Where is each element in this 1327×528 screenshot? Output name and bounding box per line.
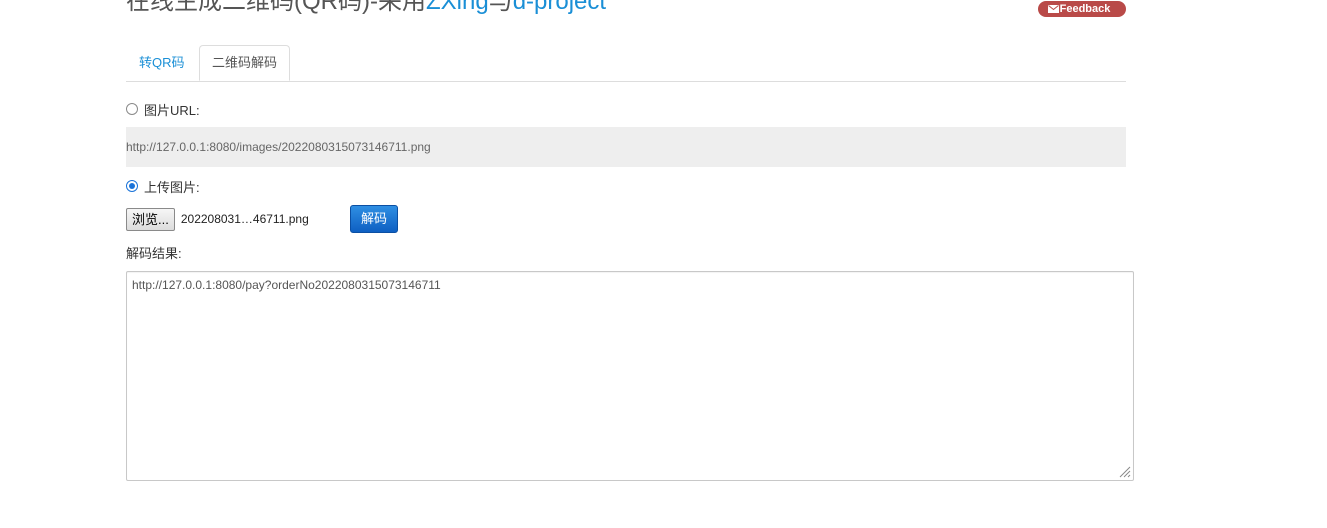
tab-qr-decode[interactable]: 二维码解码	[199, 45, 291, 81]
selected-file-name: 202208031…46711.png	[180, 212, 309, 226]
decode-button[interactable]: 解码	[350, 205, 398, 233]
file-picker: 浏览... 202208031…46711.png	[126, 207, 309, 231]
title-prefix: 在线生成二维码(QR码)-采用	[126, 0, 426, 15]
zxing-link[interactable]: ZXing	[426, 0, 489, 15]
d-project-link[interactable]: d-project	[513, 0, 606, 15]
url-option[interactable]: 图片URL:	[126, 100, 200, 118]
url-option-label: 图片URL:	[144, 102, 200, 118]
image-url-input[interactable]	[126, 127, 1126, 167]
result-label: 解码结果:	[126, 246, 182, 261]
radio-on-icon[interactable]	[126, 180, 138, 192]
radio-off-icon[interactable]	[126, 103, 138, 115]
feedback-button[interactable]: Feedback	[1038, 1, 1126, 17]
tab-to-qr[interactable]: 转QR码	[127, 45, 197, 80]
title-mid: 与	[488, 0, 513, 15]
decode-result-textarea[interactable]: http://127.0.0.1:8080/pay?orderNo2022080…	[126, 271, 1134, 481]
upload-option-label: 上传图片:	[144, 179, 200, 195]
qr-decoder-page: 在线生成二维码(QR码)-采用ZXing与d-project Feedback …	[0, 0, 1327, 528]
feedback-label: Feedback	[1059, 3, 1111, 15]
tab-bar: 转QR码 二维码解码	[126, 45, 1126, 82]
mail-icon	[1048, 5, 1059, 13]
resize-grip-icon[interactable]	[1117, 464, 1131, 478]
upload-option[interactable]: 上传图片:	[126, 177, 200, 195]
page-title: 在线生成二维码(QR码)-采用ZXing与d-project	[126, 0, 606, 18]
browse-button[interactable]: 浏览...	[126, 207, 175, 231]
